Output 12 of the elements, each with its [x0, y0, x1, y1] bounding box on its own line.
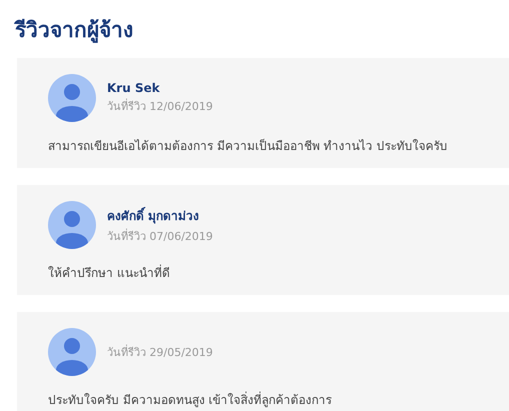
review-comment: ให้คำปรึกษา แนะนำที่ดี	[48, 264, 171, 282]
section-title: รีวิวจากผู้จ้าง	[15, 17, 134, 45]
reviewer-name: คงศักดิ์ มุกดาม่วง	[107, 206, 200, 224]
review-comment: ประทับใจครับ มีความอดทนสูง เข้าใจสิ่งที่ลูกค้าต้องการ	[48, 390, 333, 409]
avatar-icon	[48, 74, 96, 122]
avatar-icon	[48, 328, 96, 376]
reviewer-name: Kru Sek	[107, 81, 161, 95]
review-date: วันที่รีวิว 29/05/2019	[107, 344, 213, 361]
review-date: วันที่รีวิว 12/06/2019	[107, 98, 213, 115]
review-date: วันที่รีวิว 07/06/2019	[107, 228, 213, 244]
avatar-icon	[48, 201, 96, 249]
review-comment: สามารถเขียนอีเอได้ตามต้องการ มีความเป็นมืออาชีพ ทำงานไว ประทับใจครับ	[48, 138, 448, 155]
